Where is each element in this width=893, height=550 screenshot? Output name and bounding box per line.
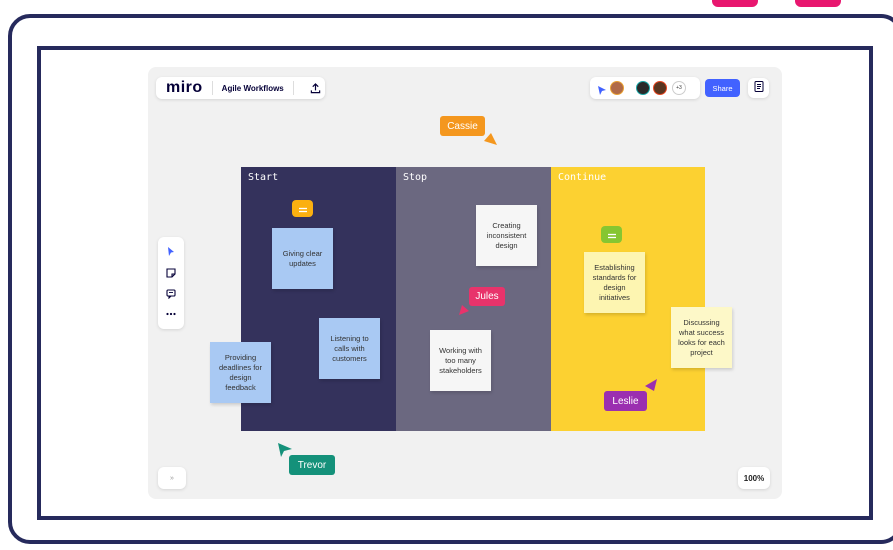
upload-icon[interactable] — [309, 81, 323, 95]
board-header: miro Agile Workflows — [156, 77, 325, 99]
cursor-arrow-icon — [484, 133, 497, 145]
sticky-note[interactable]: Giving clear updates — [272, 228, 333, 289]
sticky-note[interactable]: Discussing what success looks for each p… — [671, 307, 732, 368]
sticky-note[interactable]: Providing deadlines for design feedback — [210, 342, 271, 403]
column-title: Continue — [558, 172, 607, 183]
cursor-arrow-icon — [459, 305, 469, 315]
notes-button[interactable] — [748, 78, 769, 98]
cursor-select-icon[interactable] — [164, 245, 178, 259]
board-title[interactable]: Agile Workflows — [222, 84, 284, 93]
expand-button[interactable]: » — [158, 467, 186, 489]
left-toolbar — [158, 237, 184, 329]
cursor-arrow-icon — [645, 379, 657, 391]
sticky-note-icon[interactable] — [164, 266, 178, 280]
sticky-note[interactable]: Creating inconsistent design — [476, 205, 537, 266]
comment-icon — [607, 226, 617, 244]
decorative-tab — [712, 0, 758, 7]
cursor-label-trevor: Trevor — [289, 455, 335, 475]
column-title: Start — [248, 172, 279, 183]
column-title: Stop — [403, 172, 428, 183]
zoom-level[interactable]: 100% — [738, 467, 770, 489]
avatar[interactable] — [653, 81, 667, 95]
sticky-note[interactable]: Working with too many stakeholders — [430, 330, 491, 391]
share-button[interactable]: Share — [705, 79, 740, 97]
sticky-note[interactable]: Establishing standards for design initia… — [584, 252, 645, 313]
divider — [211, 81, 213, 95]
comment-icon[interactable] — [164, 287, 178, 301]
comment-bubble[interactable] — [601, 226, 622, 243]
comment-bubble[interactable] — [292, 200, 313, 217]
decorative-tab — [795, 0, 841, 7]
collaborators-bar: +3 — [590, 77, 700, 99]
pointer-icon[interactable] — [598, 83, 606, 101]
avatar[interactable] — [610, 81, 624, 95]
avatar[interactable] — [636, 81, 650, 95]
cursor-label-jules: Jules — [469, 287, 505, 306]
divider — [292, 81, 294, 95]
miro-logo: miro — [166, 79, 203, 96]
more-collaborators-badge[interactable]: +3 — [672, 81, 686, 95]
more-icon[interactable] — [164, 307, 178, 321]
comment-icon — [298, 200, 308, 218]
cursor-label-cassie: Cassie — [440, 116, 485, 136]
notes-icon — [754, 79, 764, 97]
cursor-label-leslie: Leslie — [604, 391, 647, 411]
sticky-note[interactable]: Listening to calls with customers — [319, 318, 380, 379]
